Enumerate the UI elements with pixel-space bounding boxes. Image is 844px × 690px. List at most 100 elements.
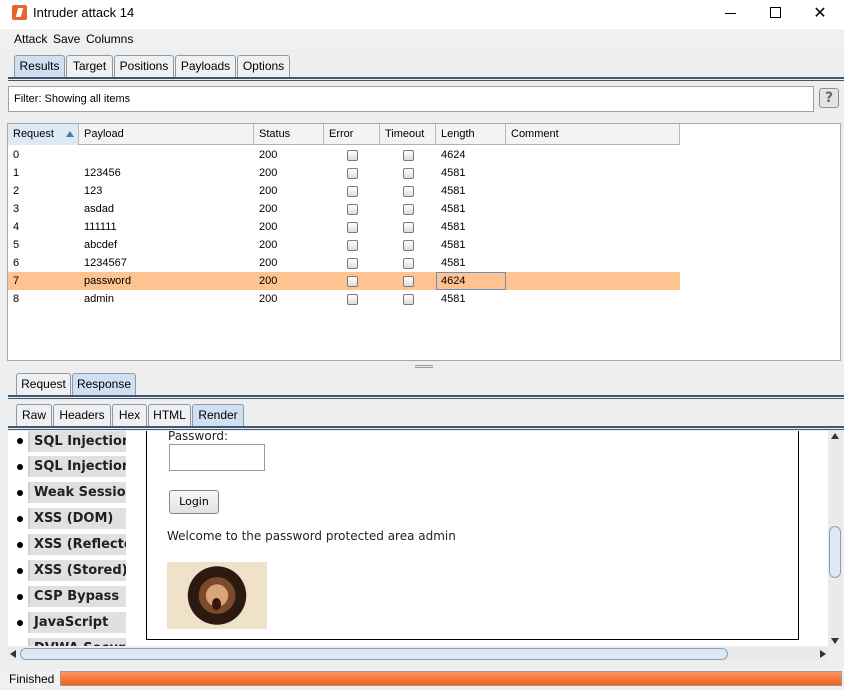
- cell-length: 4581: [441, 293, 466, 305]
- horizontal-scrollbar[interactable]: [8, 647, 828, 661]
- tab-response[interactable]: Response: [72, 373, 136, 396]
- help-button[interactable]: ?: [819, 88, 839, 108]
- cell-length: 4581: [441, 221, 466, 233]
- table-row[interactable]: 6 1234567 200 4581: [8, 254, 680, 272]
- table-row[interactable]: 2 123 200 4581: [8, 182, 680, 200]
- status-bar: Finished: [0, 668, 844, 690]
- table-row[interactable]: 3 asdad 200 4581: [8, 200, 680, 218]
- table-row[interactable]: 0 200 4624: [8, 146, 680, 164]
- error-checkbox[interactable]: [347, 294, 358, 305]
- timeout-checkbox[interactable]: [403, 204, 414, 215]
- column-comment[interactable]: Comment: [506, 124, 680, 145]
- tab-html[interactable]: HTML: [148, 404, 191, 427]
- minimize-icon[interactable]: [722, 4, 740, 22]
- column-payload[interactable]: Payload: [79, 124, 254, 145]
- tab-headers[interactable]: Headers: [53, 404, 111, 427]
- tab-render[interactable]: Render: [192, 404, 244, 427]
- error-checkbox[interactable]: [347, 258, 358, 269]
- cell-status: 200: [259, 167, 278, 179]
- tab-positions[interactable]: Positions: [114, 55, 174, 78]
- error-checkbox[interactable]: [347, 276, 358, 287]
- scroll-down-icon[interactable]: [831, 638, 839, 644]
- cell-payload: 123: [84, 185, 103, 197]
- bullet-icon: [17, 542, 23, 548]
- timeout-checkbox[interactable]: [403, 258, 414, 269]
- scroll-left-icon[interactable]: [10, 650, 16, 658]
- timeout-checkbox[interactable]: [403, 168, 414, 179]
- menu-sql-injection[interactable]: SQL Injection: [28, 431, 126, 452]
- pane-splitter[interactable]: [0, 364, 844, 370]
- cell-request: 0: [13, 149, 20, 161]
- bullet-icon: [17, 568, 23, 574]
- cell-request: 8: [13, 293, 20, 305]
- cell-length: 4581: [441, 167, 466, 179]
- table-row[interactable]: 1 123456 200 4581: [8, 164, 680, 182]
- filter-bar[interactable]: Filter: Showing all items: [8, 86, 814, 112]
- timeout-checkbox[interactable]: [403, 276, 414, 287]
- title-bar: Intruder attack 14 ✕: [0, 0, 844, 26]
- tab-options[interactable]: Options: [237, 55, 290, 78]
- error-checkbox[interactable]: [347, 222, 358, 233]
- progress-fill: [61, 672, 841, 685]
- cell-request: 3: [13, 203, 20, 215]
- tab-results[interactable]: Results: [14, 55, 65, 78]
- close-icon[interactable]: ✕: [811, 4, 829, 22]
- maximize-icon[interactable]: [766, 4, 784, 22]
- timeout-checkbox[interactable]: [403, 186, 414, 197]
- table-row[interactable]: 5 abcdef 200 4581: [8, 236, 680, 254]
- timeout-checkbox[interactable]: [403, 222, 414, 233]
- menu-weak-session[interactable]: Weak Session: [28, 482, 126, 503]
- menu-csp-bypass[interactable]: CSP Bypass: [28, 586, 126, 607]
- cell-payload: 111111: [84, 221, 117, 233]
- error-checkbox[interactable]: [347, 150, 358, 161]
- menu-columns[interactable]: Columns: [86, 32, 133, 46]
- progress-bar: [60, 671, 842, 686]
- menu-xss-reflected[interactable]: XSS (Reflected: [28, 534, 126, 555]
- column-timeout[interactable]: Timeout: [380, 124, 436, 145]
- cell-request: 2: [13, 185, 20, 197]
- error-checkbox[interactable]: [347, 204, 358, 215]
- table-row[interactable]: 8 admin 200 4581: [8, 290, 680, 308]
- scroll-right-icon[interactable]: [820, 650, 826, 658]
- login-panel: Password: Login Welcome to the password …: [146, 431, 799, 640]
- error-checkbox[interactable]: [347, 186, 358, 197]
- menu-xss-stored[interactable]: XSS (Stored): [28, 560, 126, 581]
- scroll-thumb[interactable]: [829, 526, 841, 578]
- menu-save[interactable]: Save: [53, 32, 80, 46]
- tab-request[interactable]: Request: [16, 373, 71, 396]
- menu-javascript[interactable]: JavaScript: [28, 612, 126, 633]
- cell-payload: 123456: [84, 167, 121, 179]
- column-request[interactable]: Request: [8, 124, 79, 145]
- cell-status: 200: [259, 257, 278, 269]
- table-row[interactable]: 7 password 200 4624: [8, 272, 680, 290]
- login-button[interactable]: Login: [169, 490, 219, 514]
- vertical-scrollbar[interactable]: [828, 431, 842, 646]
- tab-raw[interactable]: Raw: [16, 404, 52, 427]
- password-field[interactable]: [169, 444, 265, 471]
- column-length[interactable]: Length: [436, 124, 506, 145]
- menu-sql-injection-blind[interactable]: SQL Injection (: [28, 456, 126, 477]
- menu-attack[interactable]: Attack: [14, 32, 47, 46]
- tab-hex[interactable]: Hex: [112, 404, 147, 427]
- cell-payload: abcdef: [84, 239, 118, 251]
- menu-dvwa-security[interactable]: DVWA Security: [28, 638, 126, 646]
- cell-comment: [506, 272, 680, 290]
- tab-target[interactable]: Target: [66, 55, 113, 78]
- cell-request: 4: [13, 221, 20, 233]
- dvwa-menu: SQL Injection SQL Injection ( Weak Sessi…: [8, 431, 133, 646]
- error-checkbox[interactable]: [347, 240, 358, 251]
- scroll-thumb-horizontal[interactable]: [20, 648, 728, 660]
- timeout-checkbox[interactable]: [403, 294, 414, 305]
- timeout-checkbox[interactable]: [403, 240, 414, 251]
- column-status[interactable]: Status: [254, 124, 324, 145]
- tab-payloads[interactable]: Payloads: [175, 55, 236, 78]
- table-row[interactable]: 4 111111 200 4581: [8, 218, 680, 236]
- scroll-up-icon[interactable]: [831, 433, 839, 439]
- menu-xss-dom[interactable]: XSS (DOM): [28, 508, 126, 529]
- column-error[interactable]: Error: [324, 124, 380, 145]
- timeout-checkbox[interactable]: [403, 150, 414, 161]
- error-checkbox[interactable]: [347, 168, 358, 179]
- cell-length: 4581: [441, 239, 466, 251]
- cell-status: 200: [259, 275, 278, 287]
- bullet-icon: [17, 516, 23, 522]
